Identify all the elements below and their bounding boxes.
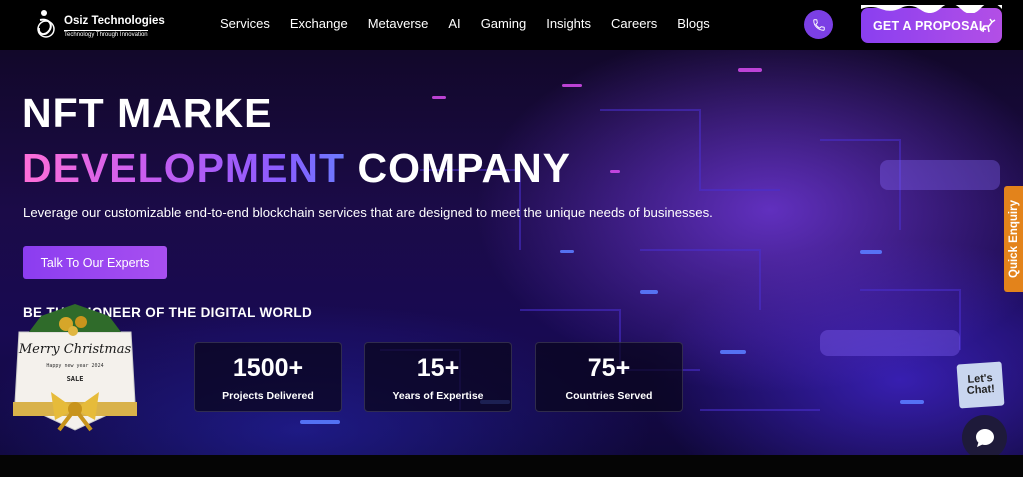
bottom-bar	[0, 455, 1023, 477]
stat-value: 75+	[587, 354, 631, 382]
phone-icon	[812, 18, 825, 31]
menu-item-services[interactable]: Services	[220, 16, 270, 31]
christmas-sale-badge[interactable]: Merry Christmas Happy new year 2024 SALE	[11, 302, 139, 433]
stat-value: 1500+	[232, 354, 304, 382]
osiz-logo-icon	[37, 10, 55, 38]
menu-item-gaming[interactable]: Gaming	[481, 16, 527, 31]
hero-headline-line2: DEVELOPMENT COMPANY	[22, 145, 571, 192]
get-proposal-button[interactable]: GET A PROPOSAL	[861, 5, 1002, 43]
quick-enquiry-label: Quick Enquiry	[1007, 200, 1020, 278]
hero-headline-highlight: DEVELOPMENT	[22, 145, 346, 191]
stat-label: Projects Delivered	[222, 390, 314, 402]
christmas-sale-label: SALE	[66, 375, 84, 383]
phone-button[interactable]	[804, 10, 833, 39]
main-menu: Services Exchange Metaverse AI Gaming In…	[220, 16, 730, 31]
stat-label: Countries Served	[565, 390, 653, 402]
hero-headline-rest: COMPANY	[357, 145, 572, 191]
menu-item-ai[interactable]: AI	[448, 16, 460, 31]
quick-enquiry-tab[interactable]: Quick Enquiry	[1004, 186, 1023, 292]
hero-section: NFT MARKE DEVELOPMENT COMPANY Leverage o…	[0, 50, 1023, 455]
chat-bubble-icon	[975, 428, 994, 447]
hero-subtitle: Leverage our customizable end-to-end blo…	[23, 205, 713, 220]
menu-item-metaverse[interactable]: Metaverse	[368, 16, 429, 31]
get-proposal-label: GET A PROPOSAL	[873, 18, 987, 33]
menu-item-exchange[interactable]: Exchange	[290, 16, 348, 31]
top-navbar: Osiz Technologies Technology Through Inn…	[0, 0, 1023, 50]
brand-name: Osiz Technologies	[64, 15, 165, 27]
logo[interactable]: Osiz Technologies Technology Through Inn…	[36, 8, 166, 42]
reindeer-icon	[980, 18, 996, 33]
chat-button[interactable]	[962, 415, 1007, 460]
menu-item-insights[interactable]: Insights	[546, 16, 591, 31]
stat-projects: 1500+ Projects Delivered	[194, 342, 342, 412]
talk-to-experts-button[interactable]: Talk To Our Experts	[23, 246, 167, 279]
menu-item-careers[interactable]: Careers	[611, 16, 657, 31]
hero-headline-line1: NFT MARKE	[22, 90, 273, 136]
snow-decoration-icon	[861, 5, 1002, 13]
stat-value: 15+	[416, 354, 460, 382]
stat-countries: 75+ Countries Served	[535, 342, 683, 412]
stat-label: Years of Expertise	[392, 390, 484, 402]
brand-tagline: Technology Through Innovation	[64, 30, 148, 38]
menu-item-blogs[interactable]: Blogs	[677, 16, 710, 31]
christmas-title: Merry Christmas	[18, 342, 132, 357]
stat-years: 15+ Years of Expertise	[364, 342, 512, 412]
lets-chat-sticker[interactable]: Let's Chat!	[956, 361, 1005, 409]
christmas-subtitle: Happy new year 2024	[46, 363, 104, 369]
